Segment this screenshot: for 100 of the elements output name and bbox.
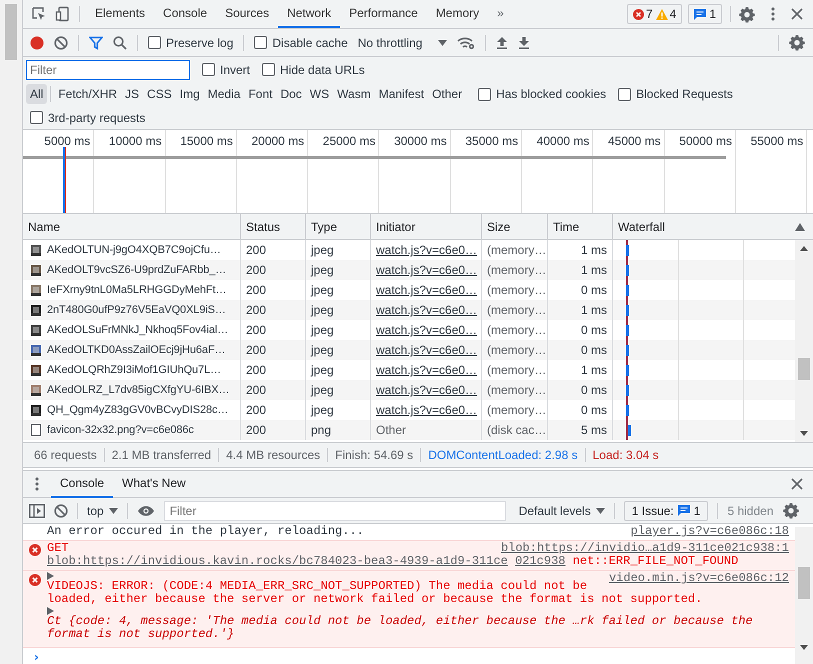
filter-icon[interactable]	[89, 36, 103, 50]
clear-icon[interactable]	[54, 36, 68, 50]
invert-checkbox[interactable]: Invert	[202, 62, 250, 76]
type-filter-button[interactable]: Media	[204, 84, 244, 104]
upload-icon[interactable]	[496, 36, 508, 49]
request-name[interactable]: AKedOLT9vcSZ6-U9prdZuFARbb_…	[47, 264, 226, 276]
scroll-up-icon[interactable]	[800, 246, 808, 251]
type-filter-button[interactable]: Wasm	[333, 84, 375, 104]
scroll-down-icon[interactable]	[800, 645, 808, 650]
initiator-link[interactable]: watch.js?v=c6e0…	[376, 243, 478, 257]
column-header[interactable]: Status	[241, 214, 306, 239]
scrollbar-thumb[interactable]	[5, 4, 17, 60]
device-toggle-icon[interactable]	[55, 6, 71, 22]
error-count: 7	[632, 7, 653, 21]
blocked-requests-checkbox[interactable]: Blocked Requests	[618, 87, 733, 101]
more-tools-icon[interactable]	[35, 477, 39, 491]
eye-icon[interactable]	[136, 504, 155, 516]
request-name[interactable]: 2nT480G0ufP9z76V5EaVQ0XL9iS…	[47, 304, 226, 316]
initiator-text: Other	[376, 423, 406, 437]
source-link[interactable]: blob:https://invidio…a1d9-311ce021c938:1	[500, 542, 789, 555]
panel-tab[interactable]: Memory	[426, 0, 488, 28]
message-counter[interactable]: 1	[688, 4, 722, 24]
request-name[interactable]: AKedOLQRhZ9I3iMof1GIUhQu7L…	[47, 364, 221, 376]
expand-triangle-icon[interactable]	[47, 572, 54, 580]
initiator-link[interactable]: watch.js?v=c6e0…	[376, 303, 478, 317]
column-header[interactable]: Time	[548, 214, 613, 239]
filter-input[interactable]: Filter	[26, 60, 190, 80]
request-name[interactable]: AKedOLTUN-j9gO4XQB7C9ojCfu…	[47, 244, 221, 256]
scrollbar-thumb[interactable]	[798, 358, 810, 380]
inspect-icon[interactable]	[31, 6, 47, 22]
scrollbar-thumb[interactable]	[798, 567, 810, 599]
request-name[interactable]: QH_Qgm4yZ83gGV0vBCvyDIS28c…	[47, 404, 228, 416]
disable-cache-checkbox[interactable]: Disable cache	[254, 36, 348, 50]
request-name[interactable]: AKedOLTKD0AssZailOEcj9jHu6aF…	[47, 344, 226, 356]
waterfall-bar	[626, 305, 629, 316]
initiator-link[interactable]: watch.js?v=c6e0…	[376, 363, 478, 377]
type-filter-button[interactable]: Doc	[276, 84, 306, 104]
hidden-count: 5 hidden	[727, 504, 774, 518]
issue-counter[interactable]: 7 4	[626, 4, 682, 24]
close-icon[interactable]	[791, 8, 803, 20]
hide-data-urls-checkbox[interactable]: Hide data URLs	[262, 62, 365, 76]
column-header[interactable]: Initiator	[371, 214, 482, 239]
settings-icon[interactable]	[782, 502, 798, 519]
type-filter-button[interactable]: WS	[306, 84, 334, 104]
column-header[interactable]: Size	[482, 214, 548, 239]
panel-tab[interactable]: Console	[154, 0, 216, 28]
console-prompt[interactable]: ›	[34, 650, 39, 664]
expand-triangle-icon[interactable]	[47, 607, 54, 615]
panel-tab[interactable]: Performance	[340, 0, 427, 28]
request-name[interactable]: favicon-32x32.png?v=c6e086c	[47, 424, 194, 436]
sort-icon[interactable]	[795, 222, 805, 230]
context-dropdown[interactable]: top	[87, 504, 118, 518]
column-header[interactable]: Waterfall	[618, 220, 665, 234]
record-button[interactable]	[30, 36, 44, 50]
initiator-link[interactable]: watch.js?v=c6e0…	[376, 403, 478, 417]
type-filter-button[interactable]: JS	[121, 84, 144, 104]
issues-button[interactable]: 1 Issue: 1	[624, 500, 708, 520]
scroll-down-icon[interactable]	[800, 431, 808, 436]
search-icon[interactable]	[113, 36, 127, 50]
initiator-link[interactable]: watch.js?v=c6e0…	[376, 323, 478, 337]
network-conditions-icon[interactable]	[457, 36, 476, 50]
type-filter-button[interactable]: Fetch/XHR	[54, 84, 122, 104]
column-header[interactable]: Name	[23, 214, 241, 239]
download-icon[interactable]	[518, 36, 530, 49]
initiator-link[interactable]: watch.js?v=c6e0…	[376, 343, 478, 357]
throttling-dropdown[interactable]: No throttling	[358, 36, 448, 50]
source-link[interactable]: player.js?v=c6e086c:18	[630, 525, 789, 538]
error-text: net::ERR_FILE_NOT_FOUND	[572, 554, 738, 568]
initiator-link[interactable]: watch.js?v=c6e0…	[376, 263, 478, 277]
type-filter-button[interactable]: Other	[428, 84, 466, 104]
column-header[interactable]: Type	[306, 214, 371, 239]
table-cell: 200	[241, 420, 306, 440]
initiator-link[interactable]: watch.js?v=c6e0…	[376, 383, 478, 397]
clear-icon[interactable]	[54, 504, 68, 518]
request-name[interactable]: AKedOLRZ_L7dv85igCXfgYU-6IBX…	[47, 384, 230, 396]
initiator-link[interactable]: watch.js?v=c6e0…	[376, 283, 478, 297]
request-name[interactable]: AKedOLSuFrMNkJ_Nkhoq5Fov4ial…	[47, 324, 228, 336]
console-filter-input[interactable]: Filter	[164, 500, 506, 520]
settings-icon[interactable]	[739, 6, 755, 22]
third-party-checkbox[interactable]: 3rd-party requests	[30, 110, 146, 124]
log-levels-dropdown[interactable]: Default levels	[518, 504, 605, 518]
type-filter-button[interactable]: CSS	[143, 84, 176, 104]
drawer-tab[interactable]: What's New	[113, 471, 195, 498]
more-tabs-button[interactable]: »	[488, 0, 513, 28]
more-options-icon[interactable]	[771, 7, 775, 21]
panel-tab[interactable]: Sources	[216, 0, 278, 28]
preserve-log-checkbox[interactable]: Preserve log	[148, 36, 234, 50]
type-filter-button[interactable]: All	[26, 84, 48, 104]
sidebar-icon[interactable]	[29, 504, 45, 518]
url-link[interactable]: 021c938	[515, 554, 566, 568]
url-link[interactable]: blob:https://invidious.kavin.rocks/bc784023-bea3-4939-a1d9-311ce	[47, 554, 508, 568]
panel-tab[interactable]: Elements	[86, 0, 154, 28]
blocked-cookies-checkbox[interactable]: Has blocked cookies	[478, 87, 606, 101]
type-filter-button[interactable]: Font	[244, 84, 276, 104]
close-icon[interactable]	[791, 478, 803, 490]
type-filter-button[interactable]: Img	[176, 84, 204, 104]
type-filter-button[interactable]: Manifest	[374, 84, 428, 104]
request-name[interactable]: IeFXrny9tnL0Ma5LRHGGDyMehFt…	[47, 284, 226, 296]
settings-icon[interactable]	[789, 34, 805, 51]
error-icon	[632, 8, 644, 20]
